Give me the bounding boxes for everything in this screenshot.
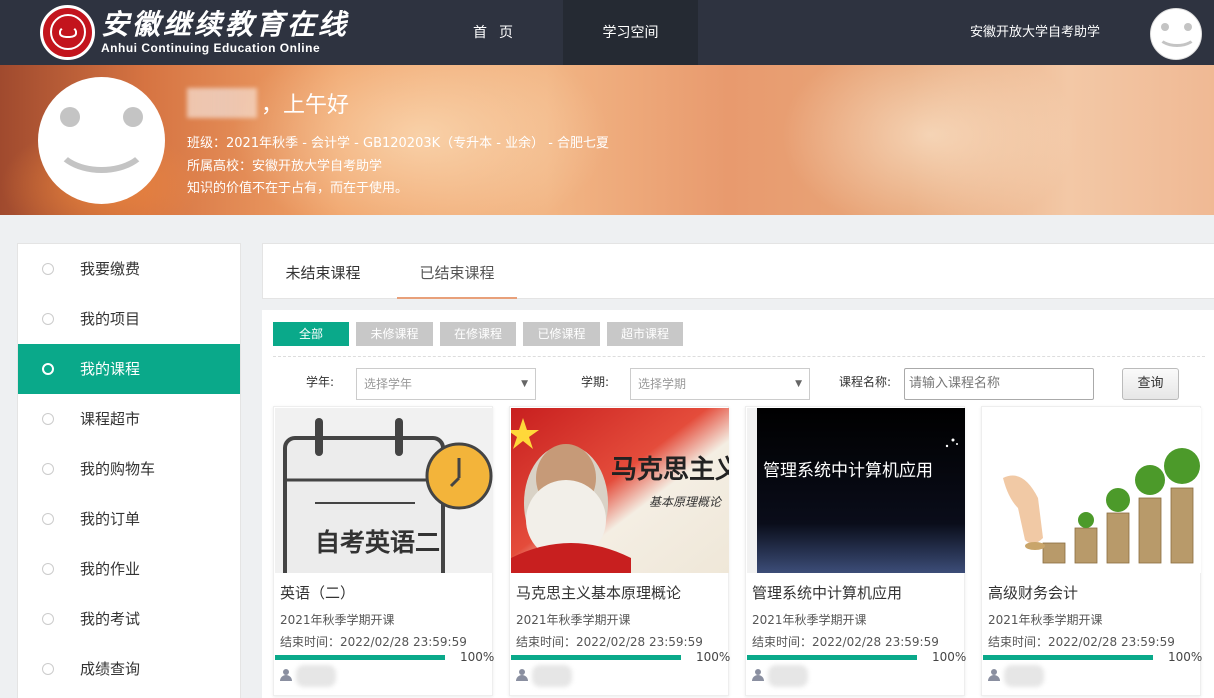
progress-percent: 100% bbox=[932, 650, 967, 664]
course-title[interactable]: 管理系统中计算机应用 bbox=[752, 582, 902, 603]
course-thumbnail[interactable]: 马克思主义 基本原理概论 bbox=[511, 408, 729, 573]
course-term: 2021年秋季学期开课 bbox=[752, 613, 867, 627]
greeting: ，上午好 bbox=[187, 87, 349, 119]
sidebar-item-cart[interactable]: 我的购物车 bbox=[18, 444, 240, 494]
progress-percent: 100% bbox=[460, 650, 495, 664]
sidebar-item-projects[interactable]: 我的项目 bbox=[18, 294, 240, 344]
logo-subtitle: Anhui Continuing Education Online bbox=[101, 41, 321, 55]
greeting-text: ，上午好 bbox=[261, 93, 350, 118]
progress-bar bbox=[275, 655, 445, 660]
sidebar-item-orders[interactable]: 我的订单 bbox=[18, 494, 240, 544]
course-card[interactable]: 高级财务会计 2021年秋季学期开课 结束时间：2022/02/28 23:59… bbox=[981, 406, 1203, 696]
course-term: 2021年秋季学期开课 bbox=[516, 613, 631, 627]
radio-dot-icon bbox=[42, 663, 54, 675]
course-end-time: 结束时间：2022/02/28 23:59:59 bbox=[280, 635, 467, 649]
motto: 知识的价值不在于占有，而在于使用。 bbox=[187, 181, 409, 196]
radio-dot-icon bbox=[42, 563, 54, 575]
filter-market-button[interactable]: 超市课程 bbox=[607, 322, 683, 346]
user-icon bbox=[752, 669, 764, 681]
blurred-username bbox=[187, 88, 257, 118]
radio-dot-icon bbox=[42, 363, 54, 375]
filter-not-taken-button[interactable]: 未修课程 bbox=[356, 322, 433, 346]
filter-in-progress-button[interactable]: 在修课程 bbox=[440, 322, 516, 346]
course-thumbnail[interactable]: 管理系统中计算机应用 bbox=[747, 408, 965, 573]
course-thumbnail[interactable]: 自考英语二 bbox=[275, 408, 493, 573]
sidebar-item-homework[interactable]: 我的作业 bbox=[18, 544, 240, 594]
site-logo[interactable]: 安徽继续教育在线 Anhui Continuing Education Onli… bbox=[40, 4, 349, 60]
search-button[interactable]: 查询 bbox=[1122, 368, 1179, 400]
term-label: 学期: bbox=[581, 375, 610, 389]
sidebar-item-grades[interactable]: 成绩查询 bbox=[18, 644, 240, 694]
filter-completed-button[interactable]: 已修课程 bbox=[523, 322, 600, 346]
divider bbox=[273, 356, 1205, 357]
course-tabs: 未结束课程 已结束课程 bbox=[262, 243, 1214, 299]
profile-avatar-icon bbox=[38, 77, 165, 204]
sidebar: 我要缴费 我的项目 我的课程 课程超市 我的购物车 我的订单 我的作业 我的考试… bbox=[17, 243, 241, 698]
sidebar-item-courses[interactable]: 我的课程 bbox=[18, 344, 240, 394]
progress-percent: 100% bbox=[696, 650, 731, 664]
logo-title: 安徽继续教育在线 bbox=[101, 8, 350, 41]
radio-dot-icon bbox=[42, 463, 54, 475]
radio-dot-icon bbox=[42, 413, 54, 425]
tab-unfinished-courses[interactable]: 未结束课程 bbox=[263, 244, 383, 299]
course-end-time: 结束时间：2022/02/28 23:59:59 bbox=[988, 635, 1175, 649]
year-label: 学年: bbox=[306, 375, 335, 389]
course-card[interactable]: 管理系统中计算机应用 管理系统中计算机应用 2021年秋季学期开课 结束时间：2… bbox=[745, 406, 967, 696]
course-term: 2021年秋季学期开课 bbox=[988, 613, 1103, 627]
blurred-teacher bbox=[532, 665, 572, 687]
user-icon bbox=[988, 669, 1000, 681]
progress-bar bbox=[983, 655, 1153, 660]
term-select[interactable]: 选择学期 ▼ bbox=[630, 368, 810, 400]
radio-dot-icon bbox=[42, 313, 54, 325]
class-info: 班级：2021年秋季 - 会计学 - GB120203K（专升本 - 业余） -… bbox=[187, 136, 610, 151]
radio-dot-icon bbox=[42, 613, 54, 625]
course-name-label: 课程名称: bbox=[839, 375, 892, 389]
filter-buttons: 全部 未修课程 在修课程 已修课程 超市课程 bbox=[273, 322, 690, 346]
nav-school-name[interactable]: 安徽开放大学自考助学 bbox=[940, 0, 1130, 65]
sidebar-item-payment[interactable]: 我要缴费 bbox=[18, 244, 240, 294]
course-end-time: 结束时间：2022/02/28 23:59:59 bbox=[752, 635, 939, 649]
radio-dot-icon bbox=[42, 513, 54, 525]
school-info: 所属高校：安徽开放大学自考助学 bbox=[187, 159, 383, 174]
thumb-title: 自考英语二 bbox=[315, 528, 440, 557]
progress-percent: 100% bbox=[1168, 650, 1203, 664]
course-title[interactable]: 高级财务会计 bbox=[988, 582, 1078, 603]
tab-finished-courses[interactable]: 已结束课程 bbox=[397, 244, 517, 299]
caret-down-icon: ▼ bbox=[521, 379, 528, 389]
blurred-teacher bbox=[768, 665, 808, 687]
sidebar-item-course-market[interactable]: 课程超市 bbox=[18, 394, 240, 444]
thumb-title: 管理系统中计算机应用 bbox=[763, 461, 933, 481]
course-title[interactable]: 马克思主义基本原理概论 bbox=[516, 582, 681, 603]
radio-dot-icon bbox=[42, 263, 54, 275]
course-thumbnail[interactable] bbox=[983, 408, 1201, 573]
user-icon bbox=[516, 669, 528, 681]
progress-bar bbox=[511, 655, 681, 660]
sidebar-item-exams[interactable]: 我的考试 bbox=[18, 594, 240, 644]
blurred-teacher bbox=[1004, 665, 1044, 687]
year-select[interactable]: 选择学年 ▼ bbox=[356, 368, 536, 400]
caret-down-icon: ▼ bbox=[795, 379, 802, 389]
filter-all-button[interactable]: 全部 bbox=[273, 322, 349, 346]
top-navbar: 安徽继续教育在线 Anhui Continuing Education Onli… bbox=[0, 0, 1214, 65]
course-title[interactable]: 英语（二） bbox=[280, 582, 355, 603]
course-end-time: 结束时间：2022/02/28 23:59:59 bbox=[516, 635, 703, 649]
course-name-input[interactable]: 请输入课程名称 bbox=[904, 368, 1094, 400]
thumb-subtitle: 基本原理概论 bbox=[649, 495, 723, 509]
progress-bar bbox=[747, 655, 917, 660]
nav-home[interactable]: 首页 bbox=[423, 0, 563, 65]
thumb-title: 马克思主义 bbox=[611, 455, 729, 485]
nav-study-space[interactable]: 学习空间 bbox=[563, 0, 698, 65]
course-card[interactable]: 马克思主义 基本原理概论 马克思主义基本原理概论 2021年秋季学期开课 结束时… bbox=[509, 406, 731, 696]
profile-banner: ，上午好 班级：2021年秋季 - 会计学 - GB120203K（专升本 - … bbox=[0, 65, 1214, 215]
logo-seal-icon bbox=[40, 4, 95, 60]
user-avatar-icon[interactable] bbox=[1150, 8, 1202, 60]
blurred-teacher bbox=[296, 665, 336, 687]
course-term: 2021年秋季学期开课 bbox=[280, 613, 395, 627]
user-icon bbox=[280, 669, 292, 681]
course-content: 全部 未修课程 在修课程 已修课程 超市课程 学年: 选择学年 ▼ 学期: 选择… bbox=[262, 310, 1214, 698]
course-card[interactable]: 自考英语二 英语（二） 2021年秋季学期开课 结束时间：2022/02/28 … bbox=[273, 406, 495, 696]
